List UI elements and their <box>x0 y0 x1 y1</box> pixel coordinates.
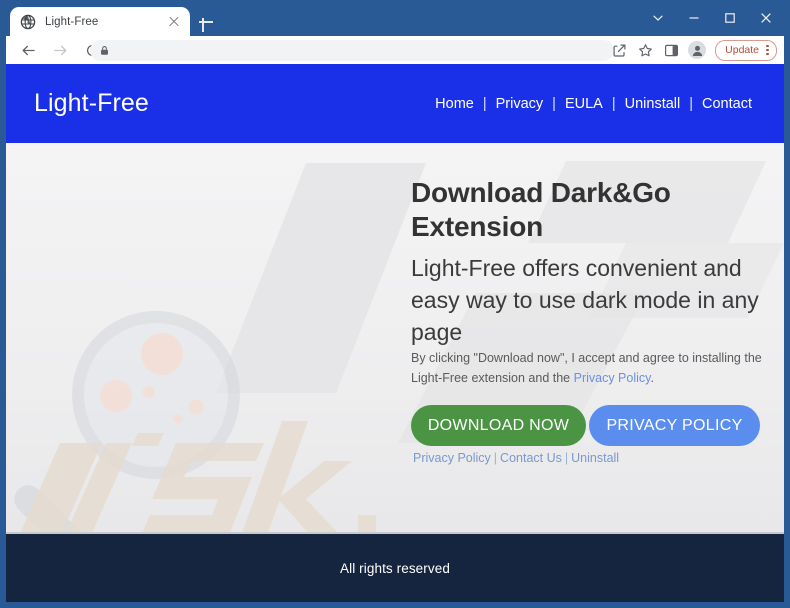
hero-title: Download Dark&Go Extension <box>411 177 671 242</box>
share-icon[interactable] <box>606 37 632 63</box>
update-button[interactable]: Update <box>715 39 777 61</box>
nav-separator: | <box>611 95 616 112</box>
link-contact-us[interactable]: Contact Us <box>500 451 562 465</box>
nav-item-contact[interactable]: Contact <box>702 96 752 112</box>
lock-icon <box>101 46 108 55</box>
nav-separator: | <box>552 95 556 112</box>
kebab-menu-icon[interactable] <box>766 45 769 55</box>
disclaimer-privacy-policy-link[interactable]: Privacy Policy <box>574 371 651 385</box>
nav-item-privacy[interactable]: Privacy <box>496 96 544 112</box>
profile-avatar-icon[interactable] <box>684 37 710 63</box>
browser-tab[interactable]: Light-Free <box>10 7 190 36</box>
hero-section: Download Dark&Go Extension Light-Free of… <box>6 143 784 533</box>
avatar <box>688 41 707 59</box>
cta-button-row: DOWNLOAD NOW PRIVACY POLICY <box>411 405 760 446</box>
tab-strip: Light-Free <box>0 0 790 36</box>
nav-item-uninstall[interactable]: Uninstall <box>625 96 681 112</box>
link-separator: | <box>564 451 569 465</box>
nav-item-eula[interactable]: EULA <box>565 96 603 112</box>
site-brand: Light-Free <box>34 89 149 117</box>
disclaimer-suffix: . <box>650 371 654 385</box>
nav-separator: | <box>689 95 694 112</box>
tab-title: Light-Free <box>45 15 99 28</box>
close-icon[interactable] <box>166 14 182 30</box>
maximize-icon[interactable] <box>712 3 748 33</box>
site-nav: Home | Privacy | EULA | Uninstall | Cont… <box>435 96 752 112</box>
update-button-label: Update <box>725 44 759 56</box>
privacy-policy-button[interactable]: PRIVACY POLICY <box>589 405 760 446</box>
nav-separator: | <box>482 95 487 112</box>
forward-arrow-icon <box>46 36 74 64</box>
window-close-icon[interactable] <box>748 3 784 33</box>
browser-window: Light-Free Update Light-Free Home | Priv… <box>0 0 790 608</box>
window-controls <box>640 3 784 33</box>
hero-content: Download Dark&Go Extension Light-Free of… <box>411 143 784 533</box>
address-bar[interactable] <box>90 40 614 61</box>
download-disclaimer: By clicking "Download now", I accept and… <box>411 348 766 388</box>
star-icon[interactable] <box>632 37 658 63</box>
download-now-button[interactable]: DOWNLOAD NOW <box>411 405 586 446</box>
side-panel-icon[interactable] <box>658 37 684 63</box>
nav-item-home[interactable]: Home <box>435 96 474 112</box>
footer-copyright-text: All rights reserved <box>340 560 450 576</box>
hero-subtitle: Light-Free offers convenient and easy wa… <box>411 255 759 345</box>
browser-toolbar: Update <box>6 36 784 64</box>
back-arrow-icon[interactable] <box>14 36 42 64</box>
link-privacy-policy[interactable]: Privacy Policy <box>413 451 491 465</box>
site-footer: All rights reserved <box>6 534 784 602</box>
site-header: Light-Free Home | Privacy | EULA | Unins… <box>6 64 784 143</box>
toolbar-actions: Update <box>606 36 780 64</box>
minimize-icon[interactable] <box>676 3 712 33</box>
link-separator: | <box>493 451 498 465</box>
chevron-down-icon[interactable] <box>640 3 676 33</box>
page-viewport: Light-Free Home | Privacy | EULA | Unins… <box>6 64 784 602</box>
new-tab-button[interactable] <box>196 12 216 32</box>
link-uninstall[interactable]: Uninstall <box>571 451 619 465</box>
hero-bottom-links: Privacy Policy | Contact Us | Uninstall <box>413 451 619 465</box>
globe-icon <box>20 14 36 29</box>
